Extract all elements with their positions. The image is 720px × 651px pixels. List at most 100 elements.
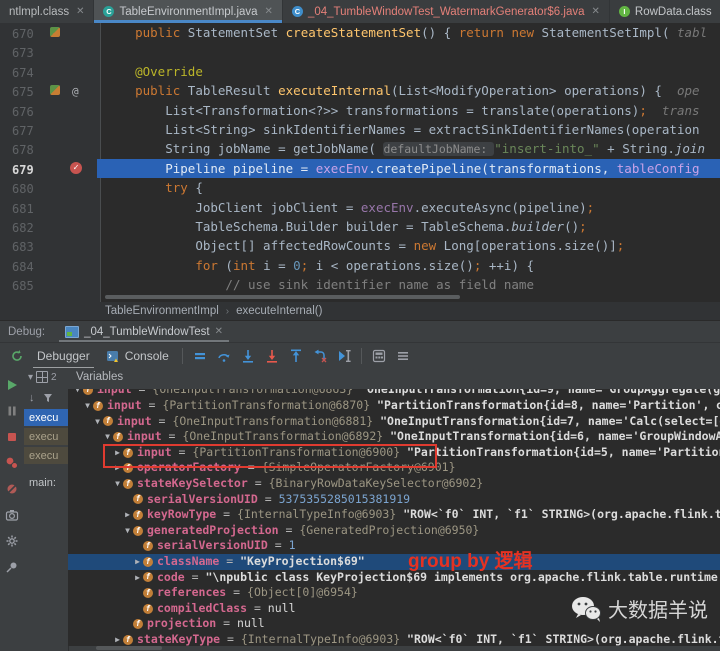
editor-code-area[interactable]: public StatementSet createStatementSet()…	[97, 23, 720, 302]
code-line-677[interactable]: List<String> sinkIdentifierNames = extra…	[101, 120, 720, 139]
settings-menu-button[interactable]	[394, 347, 412, 365]
chevron-right-icon[interactable]: ▶	[132, 570, 143, 586]
debug-tab-label: Console	[124, 349, 169, 363]
editor-horizontal-scrollbar[interactable]	[105, 295, 460, 299]
run-marker-icon[interactable]	[50, 85, 60, 96]
console-icon	[106, 349, 120, 363]
code-line-673[interactable]	[101, 42, 720, 61]
tab-debugger[interactable]: Debugger	[29, 343, 98, 369]
code-line-670[interactable]: public StatementSet createStatementSet()…	[101, 23, 720, 42]
chevron-down-icon[interactable]: ▼	[92, 414, 103, 430]
force-step-into-button[interactable]	[263, 347, 281, 365]
code-line-684[interactable]: for (int i = 0; i < operations.size(); +…	[101, 256, 720, 275]
view-breakpoints-button[interactable]	[3, 454, 21, 472]
frame-item[interactable]: main:	[24, 474, 68, 491]
code-line-685[interactable]: // use sink identifier name as field nam…	[101, 275, 720, 294]
run-to-cursor-button[interactable]	[335, 347, 353, 365]
variable-row-stateKeySelector[interactable]: ▼ f stateKeySelector = {BinaryRowDataKeySe…	[68, 476, 720, 492]
tab-console[interactable]: Console	[98, 343, 177, 369]
filter-funnel-icon[interactable]	[43, 393, 53, 403]
drop-frame-button[interactable]	[311, 347, 329, 365]
variable-row-stateKeyType[interactable]: ▶ f stateKeyType = {InternalTypeInfo@6903}…	[68, 632, 720, 646]
variables-horizontal-scrollbar[interactable]	[96, 646, 162, 650]
variable-row-input[interactable]: ▼ f input = {OneInputTransformation@6863} …	[68, 389, 720, 398]
code-token: (List<ModifyOperation> operations) {	[391, 83, 677, 99]
step-into-button[interactable]	[239, 347, 257, 365]
editor-tab-2[interactable]: C TableEnvironmentImpl.java ✕	[94, 0, 283, 23]
step-out-button[interactable]	[287, 347, 305, 365]
settings-button[interactable]	[3, 532, 21, 550]
code-editor[interactable]: 670 673 674 675 @676 677 678 679 ✓ 680 681 682 683 68…	[0, 23, 720, 302]
variable-row-serialVersionUID[interactable]: f serialVersionUID = 1	[68, 538, 720, 554]
chevron-right-icon[interactable]: ▶	[132, 554, 143, 570]
editor-tab-4[interactable]: IRowData.class✕	[610, 0, 720, 23]
breadcrumb-class[interactable]: TableEnvironmentImpl	[105, 305, 219, 317]
variable-row-serialVersionUID[interactable]: f serialVersionUID = 5375355285015381919	[68, 492, 720, 508]
code-line-676[interactable]: List<Transformation<?>> transformations …	[101, 101, 720, 120]
run-marker-icon[interactable]	[50, 27, 60, 37]
chevron-down-icon[interactable]: ▼	[82, 398, 93, 414]
code-token: List<Transformation<?>> transformations …	[165, 102, 640, 118]
frame-item[interactable]: execu	[24, 428, 68, 445]
editor-tab-3[interactable]: C _04_TumbleWindowTest_WatermarkGenerator…	[283, 0, 610, 23]
breakpoint-icon[interactable]: ✓	[70, 161, 82, 174]
chevron-down-icon[interactable]: ▼	[72, 389, 83, 398]
frame-item[interactable]: execu	[24, 447, 68, 464]
variable-row-className[interactable]: ▶ f className = "KeyProjection$69"	[68, 554, 720, 570]
variable-value: null	[237, 616, 265, 631]
variable-name: stateKeySelector	[137, 476, 248, 490]
code-line-682[interactable]: TableSchema.Builder builder = TableSchem…	[101, 217, 720, 236]
pin-button[interactable]	[3, 558, 21, 576]
stop-button[interactable]	[3, 428, 21, 446]
debug-session-tab[interactable]: _04_TumbleWindowTest ✕	[59, 321, 229, 342]
mute-breakpoints-button[interactable]	[3, 480, 21, 498]
code-line-681[interactable]: JobClient jobClient = execEnv.executeAsy…	[101, 198, 720, 217]
editor-tab-1[interactable]: ntlmpl.class ✕	[0, 0, 95, 23]
variable-row-code[interactable]: ▶ f code = "\npublic class KeyProjection$6…	[68, 570, 720, 586]
variable-row-keyRowType[interactable]: ▶ f keyRowType = {InternalTypeInfo@6903} "…	[68, 507, 720, 523]
breadcrumb: TableEnvironmentImpl › executeInternal()	[0, 302, 720, 321]
rerun-button[interactable]	[8, 347, 26, 365]
resume-button[interactable]	[3, 376, 21, 394]
debug-toolbar: Debugger Console	[0, 342, 720, 369]
code-token: i < operations.size()	[308, 257, 474, 273]
gutter-line-670: 670	[0, 23, 100, 42]
close-icon[interactable]: ✕	[265, 6, 273, 17]
variable-row-input[interactable]: ▼ f input = {OneInputTransformation@6881} …	[68, 414, 720, 430]
chevron-down-icon[interactable]: ▼	[102, 429, 113, 445]
chevron-down-icon[interactable]: ▼	[122, 523, 133, 539]
pause-button[interactable]	[3, 402, 21, 420]
code-line-675[interactable]: public TableResult executeInternal(List<…	[101, 81, 720, 100]
code-line-678[interactable]: String jobName = getJobName( defaultJobN…	[101, 139, 720, 158]
close-icon[interactable]: ✕	[76, 6, 84, 17]
close-icon[interactable]: ✕	[215, 326, 223, 337]
variable-row-input[interactable]: ▼ f input = {PartitionTransformation@6870}…	[68, 398, 720, 414]
collapse-arrow-icon[interactable]: ↓	[29, 392, 35, 404]
code-line-674[interactable]: @Override	[101, 62, 720, 81]
chevron-down-icon[interactable]: ▼	[112, 476, 123, 492]
evaluate-expression-button[interactable]	[370, 347, 388, 365]
code-token: () {	[421, 25, 459, 40]
code-line-680[interactable]: try {	[101, 178, 720, 197]
frame-item[interactable]: execu	[24, 409, 68, 426]
code-line-679[interactable]: Pipeline pipeline = execEnv.createPipeli…	[97, 158, 720, 179]
variable-row-generatedProjection[interactable]: ▼ f generatedProjection = {GeneratedProjec…	[68, 523, 720, 539]
variable-row-input[interactable]: ▼ f input = {OneInputTransformation@6892} …	[68, 429, 720, 445]
code-token: TableResult	[187, 83, 279, 99]
chevron-right-icon[interactable]: ▶	[122, 507, 133, 523]
code-token: String jobName = getJobName(	[165, 141, 384, 157]
chevron-right-icon[interactable]: ▶	[112, 632, 123, 646]
close-icon[interactable]: ✕	[592, 6, 600, 17]
variable-value: =	[141, 398, 163, 412]
thread-dump-button[interactable]	[3, 506, 21, 524]
breadcrumb-method[interactable]: executeInternal()	[236, 305, 322, 317]
threads-view-selector[interactable]: ▾ 2	[28, 371, 57, 383]
step-over-button[interactable]	[215, 347, 233, 365]
show-execution-point-button[interactable]	[191, 347, 209, 365]
code-line-683[interactable]: Object[] affectedRowCounts = new Long[op…	[101, 236, 720, 255]
variable-value: null	[267, 600, 296, 615]
file-class-icon: C	[291, 6, 303, 17]
frames-panel: ↓ execu execu execu main:	[24, 389, 69, 651]
